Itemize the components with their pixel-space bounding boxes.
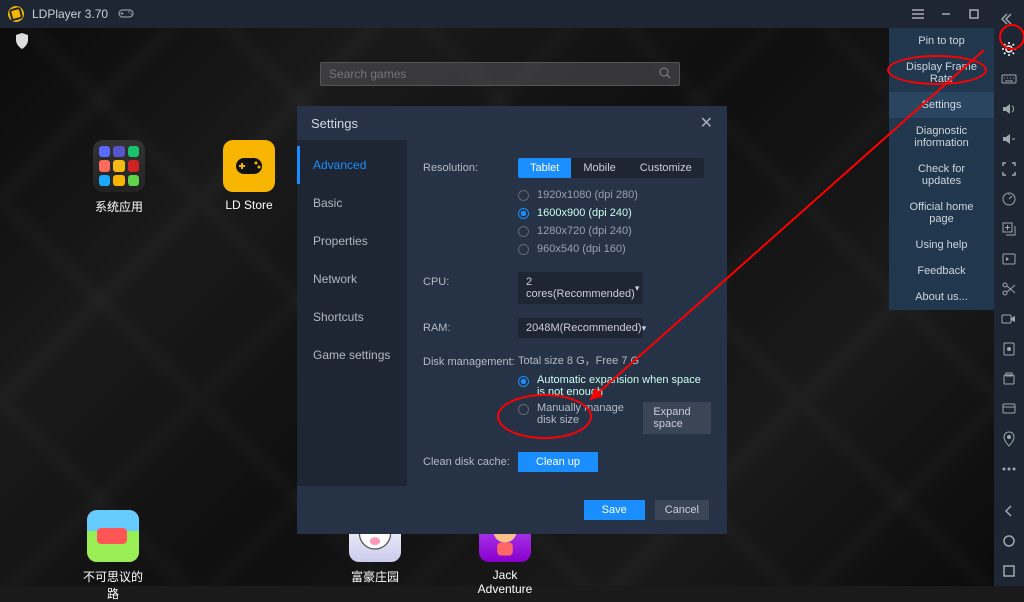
menu-item-help[interactable]: Using help — [889, 232, 994, 258]
shared-folder-icon[interactable] — [994, 394, 1024, 424]
right-toolbar — [994, 0, 1024, 586]
save-button[interactable]: Save — [584, 500, 645, 520]
desktop-icon-label: LD Store — [214, 198, 284, 212]
recent-icon[interactable] — [994, 556, 1024, 586]
menu-item-framerate[interactable]: Display Frame Rate — [889, 54, 994, 92]
menu-item-settings[interactable]: Settings — [889, 92, 994, 118]
more-icon[interactable] — [994, 454, 1024, 484]
apk-icon[interactable] — [994, 364, 1024, 394]
desktop-icon-label: 不可思议的路 — [78, 568, 148, 602]
maximize-button[interactable] — [960, 0, 988, 28]
resolution-option[interactable]: 1600x900 (dpi 240) — [518, 204, 711, 222]
nav-game-settings[interactable]: Game settings — [297, 336, 407, 374]
menu-item-updates[interactable]: Check for updates — [889, 156, 994, 194]
nav-basic[interactable]: Basic — [297, 184, 407, 222]
tab-tablet[interactable]: Tablet — [518, 158, 571, 178]
sync-icon[interactable] — [994, 244, 1024, 274]
location-icon[interactable] — [994, 424, 1024, 454]
search-bar[interactable] — [320, 62, 680, 86]
disk-info-text: Total size 8 G，Free 7 G — [518, 352, 711, 368]
shield-icon — [14, 32, 30, 55]
desktop-icon-label: 富豪庄园 — [340, 568, 410, 585]
close-icon[interactable]: ✕ — [700, 113, 713, 133]
dialog-title: Settings — [311, 116, 358, 131]
scissors-icon[interactable] — [994, 274, 1024, 304]
collapse-toolbar-button[interactable] — [994, 4, 1024, 34]
titlebar: LDPlayer 3.70 — [0, 0, 1024, 28]
nav-properties[interactable]: Properties — [297, 222, 407, 260]
minimize-button[interactable] — [932, 0, 960, 28]
disk-management-label: Disk management: — [423, 352, 518, 438]
ram-label: RAM: — [423, 318, 518, 338]
fullscreen-icon[interactable] — [994, 154, 1024, 184]
cancel-button[interactable]: Cancel — [655, 500, 709, 520]
expand-space-button[interactable]: Expand space — [643, 402, 711, 434]
desktop-icon-label: Jack Adventure — [470, 568, 540, 596]
volume-down-icon[interactable] — [994, 124, 1024, 154]
chevron-down-icon: ▾ — [635, 283, 640, 294]
record-icon[interactable] — [994, 304, 1024, 334]
cpu-select[interactable]: 2 cores(Recommended)▾ — [518, 272, 643, 304]
back-icon[interactable] — [994, 496, 1024, 526]
menu-item-pin[interactable]: Pin to top — [889, 28, 994, 54]
desktop-icon[interactable]: 系统应用 — [84, 140, 154, 215]
multi-instance-icon[interactable] — [994, 214, 1024, 244]
context-menu: Pin to top Display Frame Rate Settings D… — [889, 28, 994, 310]
home-icon[interactable] — [994, 526, 1024, 556]
search-input[interactable] — [329, 67, 659, 81]
desktop-icon[interactable]: LD Store — [214, 140, 284, 212]
disk-option-manual[interactable]: Manually manage disk size Expand space — [518, 402, 711, 434]
resolution-label: Resolution: — [423, 158, 518, 258]
app-title: LDPlayer 3.70 — [32, 7, 108, 21]
settings-dialog: Settings ✕ Advanced Basic Properties Net… — [297, 106, 727, 534]
resolution-option[interactable]: 960x540 (dpi 160) — [518, 240, 711, 258]
search-icon — [659, 67, 671, 82]
clean-cache-label: Clean disk cache: — [423, 452, 518, 472]
volume-up-icon[interactable] — [994, 94, 1024, 124]
nav-advanced[interactable]: Advanced — [297, 146, 407, 184]
controller-icon — [118, 7, 134, 22]
resolution-mode-tabs: Tablet Mobile Customize — [518, 158, 704, 178]
desktop-icon[interactable]: 不可思议的路 — [78, 510, 148, 602]
gear-icon[interactable] — [994, 34, 1024, 64]
ram-select[interactable]: 2048M(Recommended)▾ — [518, 318, 643, 338]
keyboard-icon[interactable] — [994, 64, 1024, 94]
menu-item-homepage[interactable]: Official home page — [889, 194, 994, 232]
script-icon[interactable] — [994, 334, 1024, 364]
app-logo-icon — [8, 6, 24, 22]
chevron-down-icon: ▾ — [642, 323, 647, 334]
resolution-option[interactable]: 1920x1080 (dpi 280) — [518, 186, 711, 204]
resolution-option[interactable]: 1280x720 (dpi 240) — [518, 222, 711, 240]
menu-item-about[interactable]: About us... — [889, 284, 994, 310]
nav-shortcuts[interactable]: Shortcuts — [297, 298, 407, 336]
hamburger-icon[interactable] — [904, 0, 932, 28]
desktop-icon-label: 系统应用 — [84, 198, 154, 215]
boost-icon[interactable] — [994, 184, 1024, 214]
nav-network[interactable]: Network — [297, 260, 407, 298]
menu-item-feedback[interactable]: Feedback — [889, 258, 994, 284]
tab-mobile[interactable]: Mobile — [571, 158, 627, 178]
cpu-label: CPU: — [423, 272, 518, 304]
tab-customize[interactable]: Customize — [628, 158, 704, 178]
settings-nav: Advanced Basic Properties Network Shortc… — [297, 140, 407, 486]
disk-option-auto[interactable]: Automatic expansion when space is not en… — [518, 374, 711, 398]
cleanup-button[interactable]: Clean up — [518, 452, 598, 472]
menu-item-diagnostic[interactable]: Diagnostic information — [889, 118, 994, 156]
